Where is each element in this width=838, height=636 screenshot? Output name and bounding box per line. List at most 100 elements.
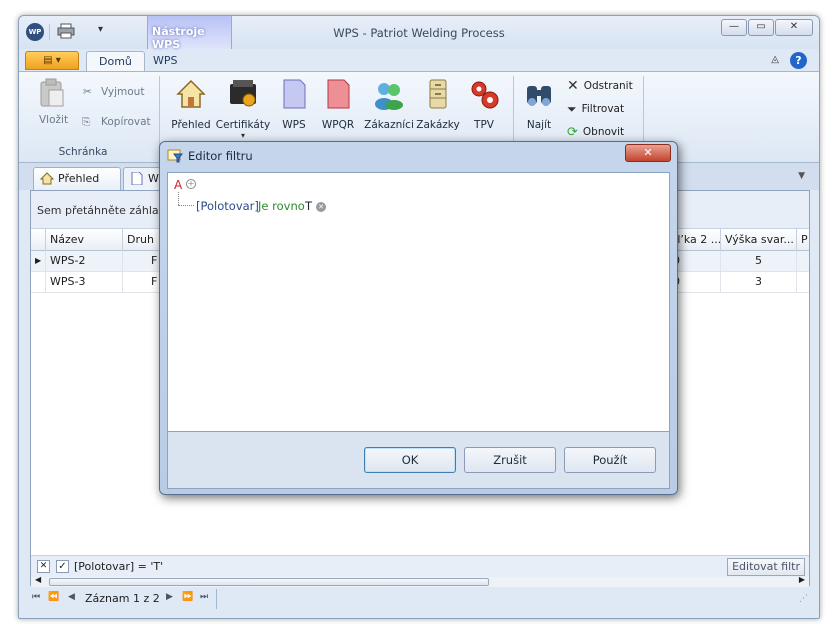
horizontal-scrollbar[interactable]: ◀ ▶: [31, 575, 809, 587]
house-icon: [40, 172, 54, 185]
overview-ribbon-button[interactable]: Přehled: [165, 78, 217, 144]
filter-enabled-checkbox[interactable]: ✓: [56, 560, 69, 573]
maximize-button[interactable]: ▭: [748, 19, 774, 36]
prev-page-icon[interactable]: ⏪: [48, 592, 59, 602]
orders-ribbon-button[interactable]: Zakázky: [413, 78, 463, 144]
scroll-thumb[interactable]: [49, 578, 489, 586]
first-record-icon[interactable]: ⏮: [32, 592, 40, 602]
minimize-button[interactable]: —: [721, 19, 747, 36]
dialog-button-bar: OK Zrušit Použít: [167, 432, 670, 489]
clear-filter-icon[interactable]: ✕: [37, 560, 50, 573]
condition-field[interactable]: [Polotovar]: [196, 199, 259, 213]
window-title: WPS - Patriot Welding Process: [333, 26, 505, 40]
row-pointer-icon: ▶: [31, 251, 46, 272]
paste-icon: [40, 78, 64, 107]
filter-expression[interactable]: [Polotovar] = 'T': [74, 560, 163, 573]
tab-wps[interactable]: WPS: [141, 51, 190, 72]
clipboard-group-title: Schránka: [58, 146, 108, 158]
house-icon: [176, 79, 206, 108]
wpqr-ribbon-button[interactable]: WPQR: [313, 78, 363, 144]
filter-editor-dialog: Editor filtru ✕ A + [Polotovar] Je rovno…: [159, 141, 678, 495]
tpv-ribbon-label: TPV: [474, 119, 494, 131]
find-ribbon-label: Najít: [526, 119, 552, 131]
qat-customize-dropdown[interactable]: ▾: [98, 24, 103, 35]
copy-button[interactable]: Kopírovat: [101, 116, 151, 128]
paste-button[interactable]: Vložit: [39, 114, 68, 126]
gears-icon: [471, 81, 499, 109]
wps-ribbon-label: WPS: [282, 119, 306, 131]
refresh-label: Obnovit: [582, 126, 625, 138]
resize-grip-icon[interactable]: ⋰: [799, 594, 808, 604]
add-condition-icon[interactable]: +: [186, 179, 196, 189]
customers-ribbon-button[interactable]: Zákazníci: [361, 78, 417, 144]
cell-weld-height[interactable]: 5: [721, 251, 797, 272]
app-logo[interactable]: WP: [26, 23, 44, 41]
window-close-button[interactable]: ✕: [775, 19, 813, 36]
column-header-name[interactable]: Název: [46, 229, 123, 251]
scroll-left-icon[interactable]: ◀: [35, 575, 41, 584]
cabinet-icon: [429, 79, 447, 109]
group-operator[interactable]: A: [174, 178, 182, 192]
scroll-right-icon[interactable]: ▶: [799, 575, 805, 584]
tree-line: [178, 205, 194, 206]
navigator-separator: [216, 589, 217, 609]
ribbon-tab-strip: ▤ ▾ Domů WPS ◬ ?: [19, 49, 819, 72]
prev-record-icon[interactable]: ◀: [68, 592, 75, 602]
print-icon[interactable]: [57, 23, 75, 39]
cell-weld-height[interactable]: 3: [721, 272, 797, 293]
cut-button[interactable]: Vyjmout: [101, 86, 144, 98]
dialog-close-button[interactable]: ✕: [625, 144, 671, 162]
row-indicator: [31, 272, 46, 293]
tab-overview[interactable]: Přehled: [33, 167, 121, 190]
next-page-icon[interactable]: ⏩: [182, 592, 193, 602]
tab-home[interactable]: Domů: [86, 51, 145, 72]
condition-value[interactable]: T: [305, 199, 312, 213]
document-red-icon: [327, 79, 350, 109]
cell-name[interactable]: WPS-3: [46, 272, 123, 293]
filter-button[interactable]: ⏷ Filtrovat: [567, 100, 624, 118]
filter-tree: A + [Polotovar] Je rovno T ✕: [167, 172, 670, 432]
record-counter: Záznam 1 z 2: [85, 592, 160, 605]
column-header-weld-height[interactable]: Výška svar...: [721, 229, 797, 251]
application-menu-button[interactable]: ▤ ▾: [25, 51, 79, 70]
users-icon: [375, 83, 403, 110]
filter-icon: ⏷: [567, 101, 577, 116]
ok-button[interactable]: OK: [364, 447, 456, 473]
remove-condition-icon[interactable]: ✕: [316, 202, 326, 212]
overview-ribbon-label: Přehled: [171, 119, 211, 131]
refresh-button[interactable]: ⟳ Obnovit: [567, 123, 624, 141]
document-icon: [283, 79, 306, 109]
last-record-icon[interactable]: ⏭: [200, 592, 208, 602]
tree-line: [178, 192, 179, 205]
dialog-title: Editor filtru: [188, 149, 253, 163]
next-record-icon[interactable]: ▶: [166, 592, 173, 602]
document-icon: [131, 172, 143, 185]
certificates-ribbon-button[interactable]: Certifikáty ▾: [215, 78, 271, 144]
group-by-hint: Sem přetáhněte záhlaví: [37, 204, 169, 217]
apply-button[interactable]: Použít: [564, 447, 656, 473]
edit-filter-button[interactable]: Editovat filtr: [727, 558, 805, 576]
find-ribbon-button[interactable]: Najít: [515, 78, 563, 144]
delete-label: Odstranit: [583, 80, 633, 92]
cell-name[interactable]: WPS-2: [46, 251, 123, 272]
tab-list-dropdown-icon[interactable]: ▼: [798, 171, 805, 181]
condition-operator[interactable]: Je rovno: [258, 199, 305, 213]
filter-panel: ✕ ✓ [Polotovar] = 'T' Editovat filtr: [31, 555, 809, 577]
cancel-button[interactable]: Zrušit: [464, 447, 556, 473]
tab-wps-label: W: [148, 172, 159, 185]
help-icon[interactable]: ?: [790, 52, 807, 69]
tab-wps-document[interactable]: W: [123, 167, 163, 190]
column-header-p[interactable]: P: [797, 229, 811, 251]
record-navigator: ⏮ ⏪ ◀ Záznam 1 z 2 ▶ ⏩ ⏭ ⋰: [30, 588, 810, 610]
tpv-ribbon-button[interactable]: TPV: [459, 78, 509, 144]
scissors-icon: ✂: [83, 86, 92, 98]
delete-button[interactable]: ✕ Odstranit: [567, 77, 633, 95]
row-indicator-header: [31, 229, 46, 251]
copy-icon: ⎘: [82, 116, 91, 128]
customers-ribbon-label: Zákazníci: [364, 119, 414, 131]
wps-ribbon-button[interactable]: WPS: [269, 78, 319, 144]
tab-overview-label: Přehled: [58, 172, 100, 185]
collapse-ribbon-icon[interactable]: ◬: [771, 54, 779, 65]
contextual-tab-header: Nástroje WPS: [147, 16, 232, 51]
wpqr-ribbon-label: WPQR: [321, 119, 355, 131]
